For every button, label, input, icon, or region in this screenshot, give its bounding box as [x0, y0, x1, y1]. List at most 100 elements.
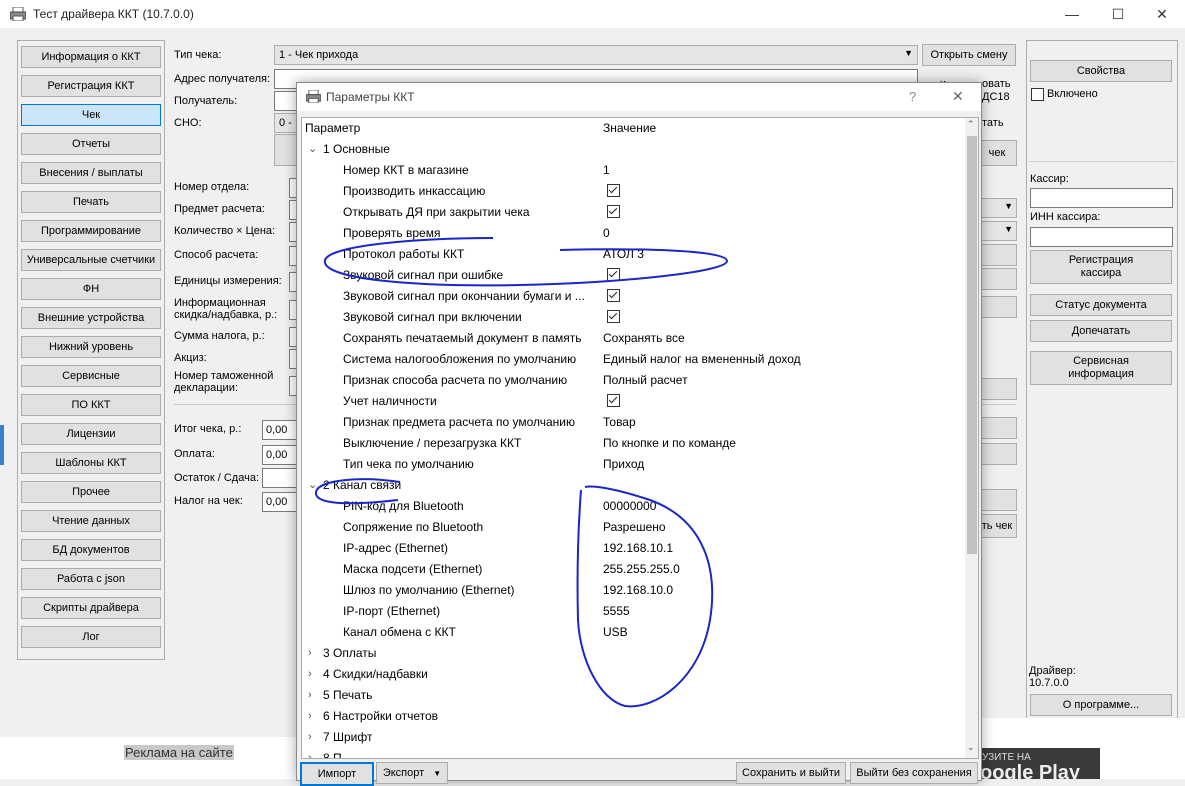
chevron-right-icon[interactable]: ›: [308, 748, 312, 758]
tree-row[interactable]: Признак способа расчета по умолчанию Полн…: [302, 370, 962, 391]
nav-button[interactable]: Внешние устройства: [21, 307, 161, 329]
tree-group[interactable]: ⌄ 1 Основные: [302, 139, 962, 160]
checkbox-checked[interactable]: [607, 205, 620, 218]
nav-button[interactable]: Внесения / выплаты: [21, 162, 161, 184]
sno-select[interactable]: 0 -: [274, 113, 298, 133]
reprint-button[interactable]: Допечатать: [1030, 320, 1172, 342]
checkbox-checked[interactable]: [607, 268, 620, 281]
tree-row[interactable]: Тип чека по умолчанию Приход: [302, 454, 962, 475]
maximize-button[interactable]: ☐: [1095, 0, 1141, 28]
register-cashier-button[interactable]: Регистрация кассира: [1030, 250, 1172, 284]
tree-group[interactable]: ⌄ 2 Канал связи: [302, 475, 962, 496]
partial-button[interactable]: [274, 134, 298, 166]
nav-button[interactable]: Работа с json: [21, 568, 161, 590]
change-input[interactable]: [262, 468, 298, 488]
chevron-right-icon[interactable]: ›: [308, 643, 312, 664]
tree-row[interactable]: Учет наличности: [302, 391, 962, 412]
nav-button[interactable]: Сервисные: [21, 365, 161, 387]
nav-button[interactable]: Регистрация ККТ: [21, 75, 161, 97]
payment-input[interactable]: 0,00: [262, 445, 298, 465]
tree-row[interactable]: Открывать ДЯ при закрытии чека: [302, 202, 962, 223]
nav-button[interactable]: Программирование: [21, 220, 161, 242]
chevron-right-icon[interactable]: ›: [308, 664, 312, 685]
tax-input[interactable]: 0,00: [262, 492, 298, 512]
nav-button[interactable]: Отчеты: [21, 133, 161, 155]
tree-group[interactable]: › 5 Печать: [302, 685, 962, 706]
nav-button[interactable]: Лицензии: [21, 423, 161, 445]
receipt-type-select[interactable]: 1 - Чек прихода ▼: [274, 45, 918, 65]
scroll-down-icon[interactable]: ⌄: [967, 742, 975, 753]
tree-group[interactable]: › 6 Настройки отчетов: [302, 706, 962, 727]
nav-button[interactable]: Шаблоны ККТ: [21, 452, 161, 474]
partial-button-4[interactable]: [977, 296, 1017, 318]
close-window-button[interactable]: ✕: [1139, 0, 1185, 28]
tree-row[interactable]: IP-порт (Ethernet) 5555: [302, 601, 962, 622]
tree-row[interactable]: Сопряжение по Bluetooth Разрешено: [302, 517, 962, 538]
chevron-down-icon[interactable]: ⌄: [308, 139, 317, 160]
scroll-thumb[interactable]: [967, 136, 977, 554]
tree-row[interactable]: Производить инкассацию: [302, 181, 962, 202]
tree-row[interactable]: PIN-код для Bluetooth 00000000: [302, 496, 962, 517]
tree-row[interactable]: Звуковой сигнал при включении: [302, 307, 962, 328]
tree-row[interactable]: Шлюз по умолчанию (Ethernet) 192.168.10.0: [302, 580, 962, 601]
partial-select-1[interactable]: ▼: [977, 198, 1017, 218]
nav-button[interactable]: БД документов: [21, 539, 161, 561]
open-shift-button[interactable]: Открыть смену: [922, 44, 1016, 66]
save-exit-button[interactable]: Сохранить и выйти: [736, 762, 846, 784]
checkbox-checked[interactable]: [607, 289, 620, 302]
chevron-right-icon[interactable]: ›: [308, 685, 312, 706]
tree-row[interactable]: Протокол работы ККТ АТОЛ 3: [302, 244, 962, 265]
tree-row[interactable]: Проверять время 0: [302, 223, 962, 244]
nav-button[interactable]: Чтение данных: [21, 510, 161, 532]
nav-button[interactable]: Информация о ККТ: [21, 46, 161, 68]
import-button[interactable]: Импорт: [300, 762, 374, 786]
service-info-button[interactable]: Сервисная информация: [1030, 351, 1172, 385]
tree-row[interactable]: Система налогообложения по умолчанию Един…: [302, 349, 962, 370]
ad-link[interactable]: Реклама на сайте: [124, 745, 234, 760]
tree-row[interactable]: Выключение / перезагрузка ККТ По кнопке и…: [302, 433, 962, 454]
tree-row[interactable]: Канал обмена с ККТ USB: [302, 622, 962, 643]
chevron-down-icon[interactable]: ⌄: [308, 475, 317, 496]
tree-group[interactable]: › 3 Оплаты: [302, 643, 962, 664]
partial-button-5[interactable]: [977, 378, 1017, 400]
nav-button[interactable]: Нижний уровень: [21, 336, 161, 358]
about-button[interactable]: О программе...: [1030, 694, 1172, 716]
tree-row[interactable]: Номер ККТ в магазине 1: [302, 160, 962, 181]
dialog-close-button[interactable]: ✕: [952, 88, 964, 105]
partial-button-2[interactable]: [977, 244, 1017, 266]
minimize-button[interactable]: —: [1049, 0, 1095, 28]
tree-row[interactable]: Звуковой сигнал при окончании бумаги и .…: [302, 286, 962, 307]
tree-row[interactable]: Звуковой сигнал при ошибке: [302, 265, 962, 286]
chevron-right-icon[interactable]: ›: [308, 727, 312, 748]
exit-nosave-button[interactable]: Выйти без сохранения: [850, 762, 978, 784]
recipient-input[interactable]: [274, 91, 298, 111]
nav-button[interactable]: ФН: [21, 278, 161, 300]
google-play-badge[interactable]: УЗИТЕ НА oogle Play: [980, 748, 1100, 784]
properties-button[interactable]: Свойства: [1030, 60, 1172, 82]
tree-row[interactable]: IP-адрес (Ethernet) 192.168.10.1: [302, 538, 962, 559]
tree-group[interactable]: › 8 П...: [302, 748, 962, 758]
tree-row[interactable]: Сохранять печатаемый документ в память Со…: [302, 328, 962, 349]
nav-button[interactable]: Чек: [21, 104, 161, 126]
nav-button[interactable]: Универсальные счетчики: [21, 249, 161, 271]
partial-close-receipt-button[interactable]: ть чек: [977, 514, 1017, 538]
enabled-checkbox[interactable]: [1031, 88, 1044, 101]
scroll-up-icon[interactable]: ⌃: [967, 119, 975, 130]
nav-button[interactable]: ПО ККТ: [21, 394, 161, 416]
partial-button-6[interactable]: [977, 417, 1017, 439]
total-input[interactable]: 0,00: [262, 420, 298, 440]
help-button[interactable]: ?: [909, 89, 916, 104]
nav-button[interactable]: Скрипты драйвера: [21, 597, 161, 619]
params-tree[interactable]: Параметр Значение ⌄ 1 Основные Номер ККТ в…: [301, 117, 979, 759]
nav-button[interactable]: Прочее: [21, 481, 161, 503]
nav-button[interactable]: Печать: [21, 191, 161, 213]
export-button[interactable]: Экспорт ▼: [376, 762, 448, 784]
nav-button[interactable]: Лог: [21, 626, 161, 648]
cashier-inn-input[interactable]: [1030, 227, 1173, 247]
tree-row[interactable]: Признак предмета расчета по умолчанию Тов…: [302, 412, 962, 433]
tree-group[interactable]: › 4 Скидки/надбавки: [302, 664, 962, 685]
cashier-input[interactable]: [1030, 188, 1173, 208]
partial-button-3[interactable]: [977, 268, 1017, 290]
partial-select-2[interactable]: ▼: [977, 221, 1017, 241]
checkbox-checked[interactable]: [607, 310, 620, 323]
